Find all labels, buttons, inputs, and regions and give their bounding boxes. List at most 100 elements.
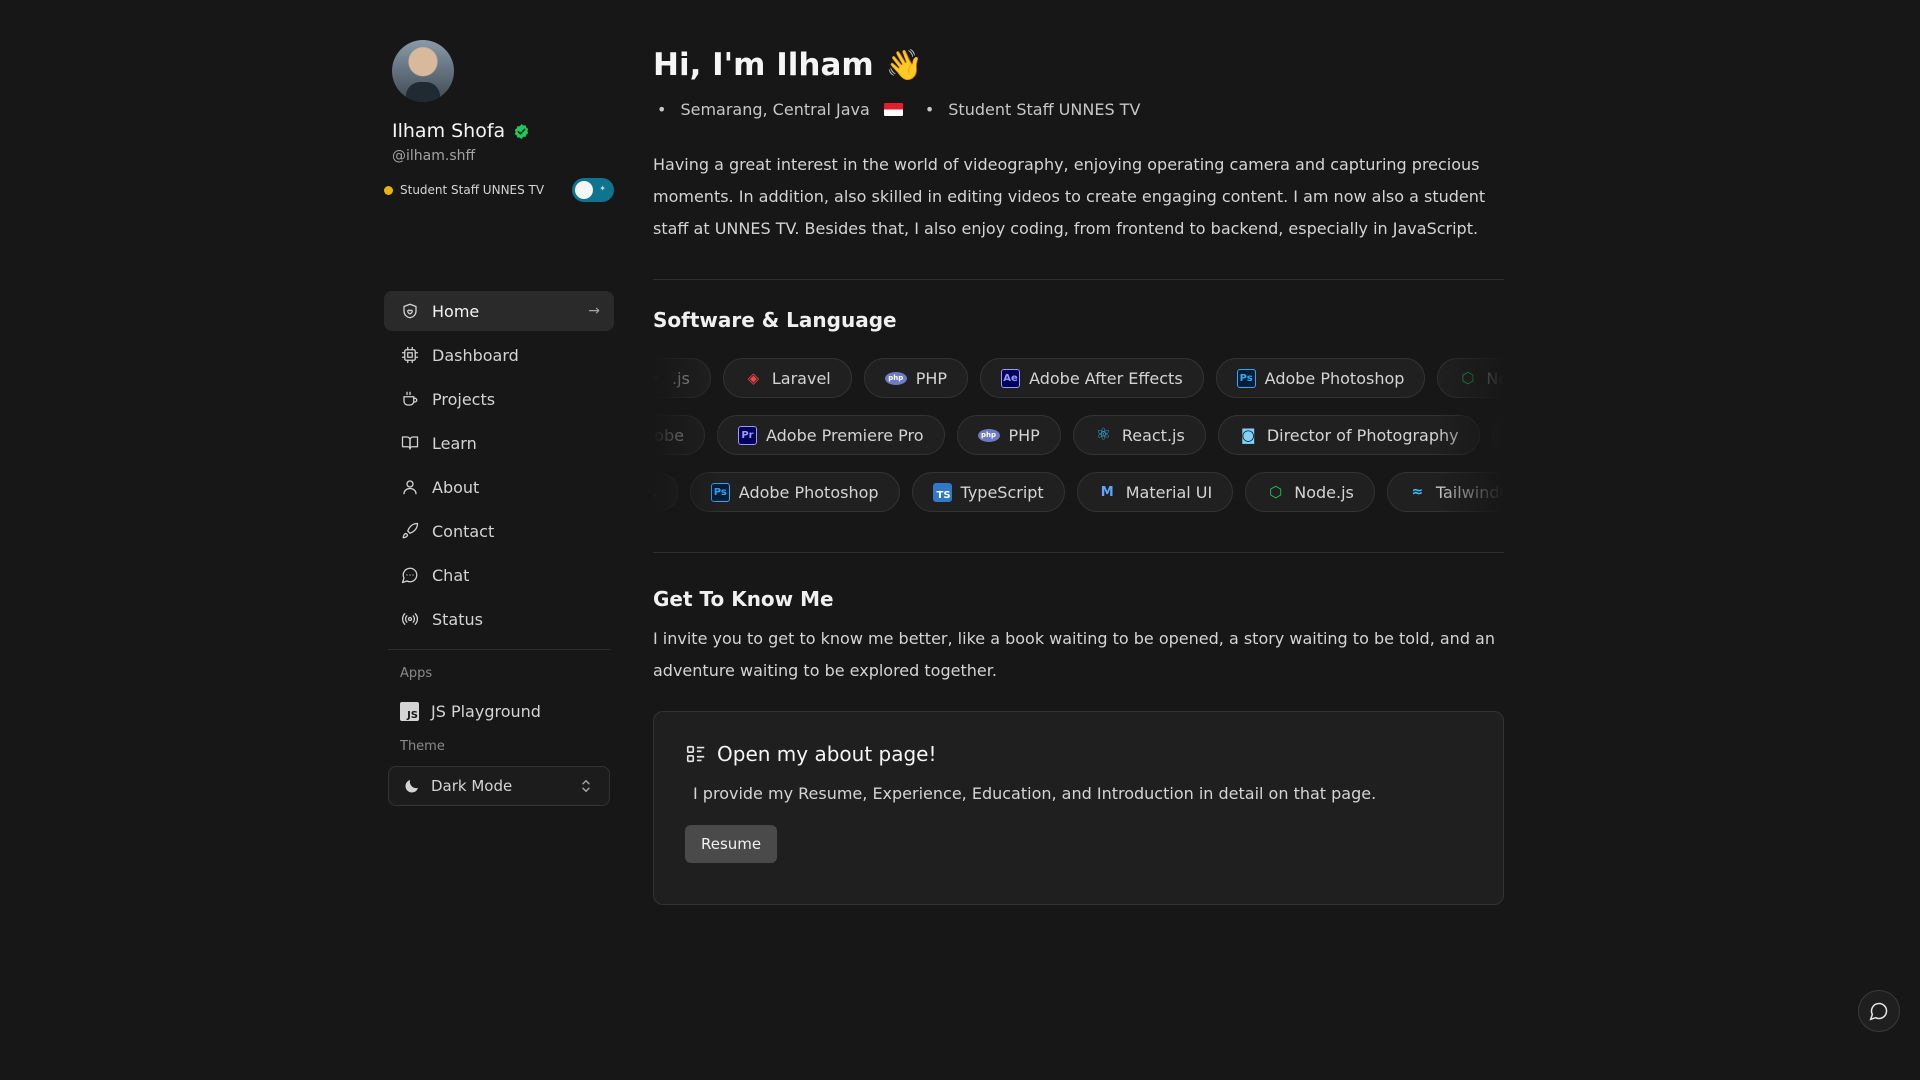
skill-label: Material UI	[1125, 482, 1213, 502]
skill-chip[interactable]: dobe	[653, 415, 705, 455]
chat-floating-button[interactable]	[1858, 990, 1900, 1032]
skill-chip[interactable]: ≈ TailwindC	[1386, 472, 1504, 512]
skill-label: dobe	[653, 425, 684, 445]
skill-chip[interactable]: ⚛ React.js	[1072, 415, 1206, 455]
message-icon	[400, 565, 420, 585]
sidebar: Ilham Shofa @ilham.shff Student Staff UN…	[384, 40, 614, 806]
camera-icon: ◙	[1241, 426, 1256, 444]
sidebar-item-projects[interactable]: Projects	[384, 379, 614, 419]
sidebar-item-learn[interactable]: Learn	[384, 423, 614, 463]
skill-chip[interactable]: ⬡ Node.js	[1245, 472, 1375, 512]
sidebar-item-label: JS Playground	[431, 701, 541, 721]
resume-button[interactable]: Resume	[685, 825, 778, 863]
theme-select-value: Dark Mode	[431, 777, 513, 795]
page-title: Hi, I'm Ilham 👋	[653, 40, 1504, 90]
skill-label: TypeScript	[960, 482, 1044, 502]
skill-chip[interactable]: ⬢ .js	[653, 358, 711, 398]
avatar[interactable]	[392, 40, 454, 102]
photoshop-icon: Ps	[710, 482, 730, 502]
list-details-icon	[686, 745, 705, 763]
skill-label: Adobe Photoshop	[1264, 368, 1405, 388]
skill-label: js	[653, 483, 657, 502]
skill-chip[interactable]: ▮	[1491, 415, 1504, 455]
nodejs-icon: ⬡	[1461, 369, 1475, 387]
sidebar-item-label: Chat	[432, 565, 470, 585]
apps-label: Apps	[400, 666, 433, 681]
broadcast-icon	[400, 609, 420, 629]
skills-row-1: ⬢ .js ◈ Laravel php PHP Ae Adobe After Effec…	[653, 358, 1504, 398]
know-me-title: Get To Know Me	[653, 587, 834, 611]
skill-chip[interactable]: php PHP	[863, 358, 969, 398]
photoshop-icon: Ps	[1236, 368, 1256, 388]
skill-chip[interactable]: Ps Adobe Photoshop	[1215, 358, 1426, 398]
book-icon	[400, 433, 420, 453]
sidebar-item-js-playground[interactable]: JS JS Playground	[384, 691, 614, 731]
sidebar-item-contact[interactable]: Contact	[384, 511, 614, 551]
profile-name-row: Ilham Shofa	[392, 120, 614, 142]
bio-paragraph: Having a great interest in the world of …	[653, 155, 1486, 238]
skill-chip[interactable]: Ae Adobe After Effects	[980, 358, 1204, 398]
skill-chip[interactable]: ◈ Laravel	[722, 358, 852, 398]
user-icon	[400, 477, 420, 497]
moon-icon	[405, 780, 418, 793]
skill-chip[interactable]: Ps Adobe Photoshop	[689, 472, 900, 512]
sidebar-item-label: Projects	[432, 389, 496, 409]
status-text: Student Staff UNNES TV	[400, 183, 545, 197]
skill-chip[interactable]: php PHP	[956, 415, 1061, 455]
sidebar-item-label: Dashboard	[432, 345, 519, 365]
profile-name: Ilham Shofa	[392, 120, 506, 142]
role-text: Student Staff UNNES TV	[948, 100, 1141, 119]
skill-label: Adobe Premiere Pro	[765, 425, 924, 445]
theme-toggle[interactable]: ✦	[572, 178, 614, 202]
divider	[653, 279, 1504, 280]
skill-chip[interactable]: TS TypeScript	[911, 472, 1065, 512]
sidebar-item-label: Learn	[432, 433, 477, 453]
indonesia-flag-icon	[883, 103, 903, 116]
material-ui-icon: M	[1100, 484, 1114, 500]
skills-title: Software & Language	[653, 308, 897, 332]
skill-label: Laravel	[771, 368, 831, 388]
skill-label: PHP	[915, 368, 948, 388]
skill-label: .js	[672, 368, 690, 388]
skill-chip[interactable]: ⬡ Node.js	[1437, 358, 1504, 398]
php-icon: php	[884, 371, 907, 385]
about-card-text: I provide my Resume, Experience, Educati…	[693, 784, 1377, 803]
profile-handle: @ilham.shff	[392, 148, 476, 164]
skill-label: React.js	[1121, 425, 1185, 445]
premiere-pro-icon: Pr	[737, 425, 757, 445]
skill-label: Node.js	[1486, 368, 1504, 388]
skill-chip[interactable]: js	[653, 472, 678, 512]
react-icon: ⚛	[1095, 425, 1111, 445]
main-content: Hi, I'm Ilham 👋 Semarang, Central Java S…	[653, 40, 1504, 905]
skill-label: PHP	[1008, 425, 1040, 445]
skill-chip[interactable]: ◙ Director of Photography	[1217, 415, 1480, 455]
skill-chip[interactable]: M Material UI	[1076, 472, 1234, 512]
theme-select[interactable]: Dark Mode	[388, 766, 610, 806]
know-me-text: I invite you to get to know me better, l…	[653, 629, 1495, 680]
skill-label: TailwindC	[1435, 482, 1504, 502]
role: Student Staff UNNES TV	[925, 100, 1141, 119]
sidebar-item-chat[interactable]: Chat	[384, 555, 614, 595]
skills-row-2: dobe Pr Adobe Premiere Pro php PHP ⚛ React.…	[653, 415, 1504, 455]
message-circle-icon	[1869, 1002, 1888, 1021]
js-icon: ⬢	[653, 372, 658, 384]
sidebar-item-about[interactable]: About	[384, 467, 614, 507]
skill-label: Director of Photography	[1266, 425, 1459, 445]
sidebar-item-home[interactable]: Home →	[384, 291, 614, 331]
sidebar-item-dashboard[interactable]: Dashboard	[384, 335, 614, 375]
waving-hand-emoji: 👋	[885, 47, 924, 83]
status-dot	[384, 185, 393, 195]
sidebar-item-label: Contact	[432, 521, 495, 541]
cpu-icon	[400, 345, 420, 365]
location: Semarang, Central Java	[657, 100, 903, 119]
typescript-icon: TS	[932, 482, 952, 502]
nodejs-icon: ⬡	[1269, 483, 1283, 501]
rocket-icon	[400, 521, 420, 541]
sidebar-item-status[interactable]: Status	[384, 599, 614, 639]
skill-chip[interactable]: Pr Adobe Premiere Pro	[716, 415, 945, 455]
verified-badge-icon	[515, 123, 529, 139]
location-text: Semarang, Central Java	[680, 100, 870, 119]
about-card: Open my about page! I provide my Resume,…	[653, 711, 1504, 905]
php-icon: php	[977, 428, 1000, 442]
skills-marquee: ⬢ .js ◈ Laravel php PHP Ae Adobe After Effec…	[653, 358, 1504, 529]
